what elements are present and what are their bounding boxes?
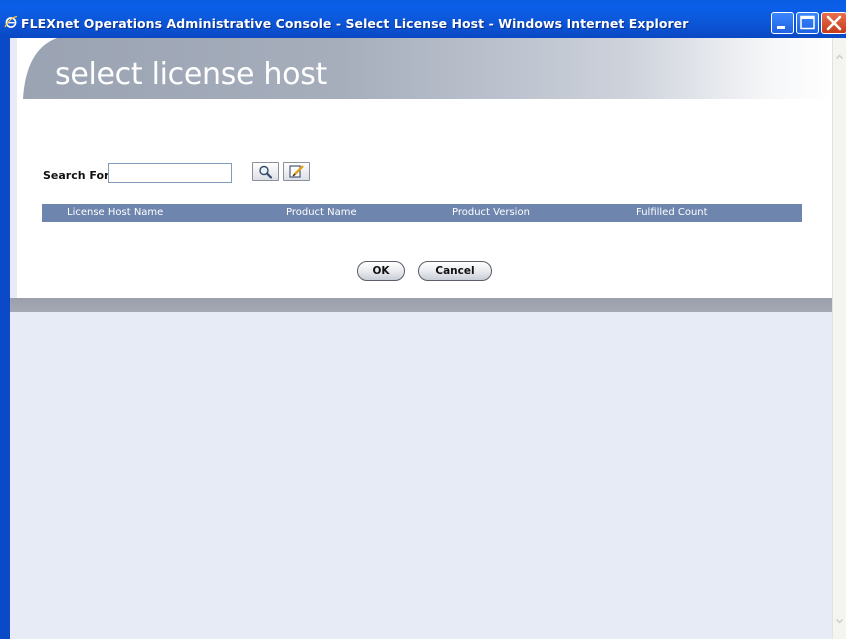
minimize-button[interactable] (771, 12, 794, 34)
footer-divider (10, 298, 832, 312)
close-button[interactable] (821, 12, 846, 34)
ie-icon (4, 15, 18, 28)
edit-pencil-icon (289, 165, 304, 178)
search-input[interactable] (108, 163, 232, 183)
close-icon (826, 15, 842, 31)
page-content: select license host Search For License H… (10, 38, 832, 639)
page-title: select license host (55, 57, 327, 92)
column-header-fulfilled-count[interactable]: Fulfilled Count (636, 207, 708, 218)
window-frame (0, 38, 10, 639)
column-header-product-version[interactable]: Product Version (452, 207, 530, 218)
minimize-icon (777, 26, 785, 29)
column-header-license-host-name[interactable]: License Host Name (67, 207, 163, 218)
browser-window: FLEXnet Operations Administrative Consol… (0, 0, 846, 639)
cancel-button[interactable]: Cancel (418, 261, 492, 281)
ok-button[interactable]: OK (357, 261, 405, 281)
edit-button[interactable] (283, 162, 310, 181)
magnifier-icon (259, 165, 273, 179)
maximize-icon (800, 15, 815, 30)
maximize-button[interactable] (796, 12, 819, 34)
scroll-down-icon[interactable] (833, 614, 846, 628)
vertical-scrollbar[interactable] (832, 38, 846, 639)
column-header-product-name[interactable]: Product Name (286, 207, 357, 218)
page-header: select license host (17, 38, 832, 99)
search-label: Search For (43, 169, 110, 182)
title-bar[interactable]: FLEXnet Operations Administrative Consol… (0, 0, 846, 38)
scroll-up-icon[interactable] (833, 50, 846, 64)
search-button[interactable] (252, 162, 279, 181)
window-title: FLEXnet Operations Administrative Consol… (21, 16, 689, 31)
header-curve-decoration (17, 38, 57, 99)
results-table-header: License Host Name Product Name Product V… (42, 204, 802, 222)
